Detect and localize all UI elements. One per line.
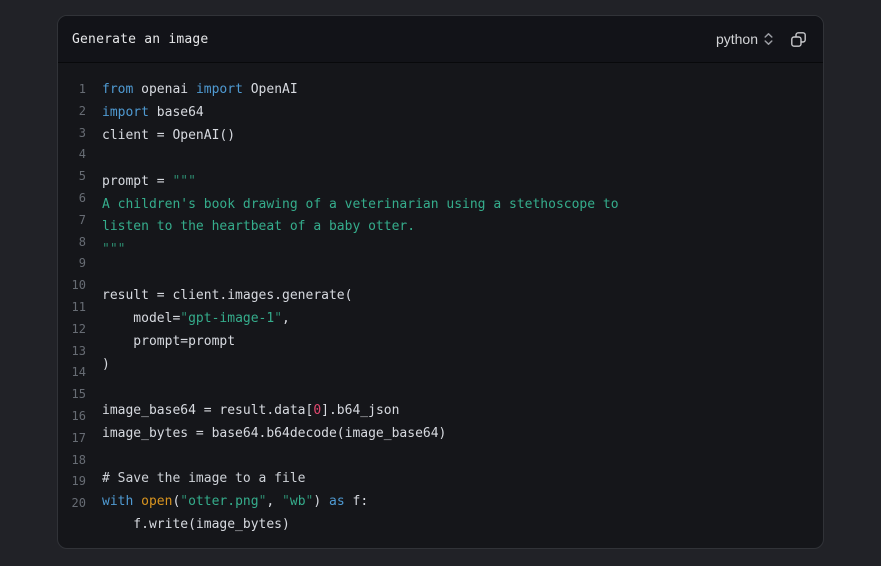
token-comment: # Save the image to a file [102, 471, 306, 486]
line-number: 18 [58, 450, 86, 472]
code-line: model="gpt-image-1", [102, 308, 619, 331]
token-plain: prompt = [102, 174, 172, 189]
line-number: 2 [58, 101, 86, 123]
code-line: import base64 [102, 102, 619, 125]
code-line: ) [102, 354, 619, 377]
code-area: 1234567891011121314151617181920 from ope… [58, 63, 823, 537]
token-string: wb [290, 494, 306, 509]
chevrons-up-down-icon [763, 31, 774, 47]
token-plain: openai [141, 82, 196, 97]
code-line: prompt = """ [102, 171, 619, 194]
token-plain: OpenAI [251, 82, 298, 97]
line-number: 19 [58, 471, 86, 493]
token-string: listen to the heartbeat of a baby otter. [102, 219, 415, 234]
token-plain: image_bytes = base64.b64decode(image_bas… [102, 426, 446, 441]
token-quote: """ [172, 174, 195, 189]
line-number: 4 [58, 144, 86, 166]
token-quote: " [180, 311, 188, 326]
language-selector-value: python [716, 31, 758, 47]
code-panel: Generate an image python [57, 15, 824, 549]
token-plain: image_base64 = result.data[ [102, 403, 313, 418]
token-string: A children's book drawing of a veterinar… [102, 197, 619, 212]
token-quote: """ [102, 242, 125, 257]
code-line: """ [102, 239, 619, 262]
line-number: 16 [58, 406, 86, 428]
token-number: 0 [313, 403, 321, 418]
code-panel-title: Generate an image [72, 32, 208, 47]
line-number: 3 [58, 123, 86, 145]
code-line: image_bytes = base64.b64decode(image_bas… [102, 423, 619, 446]
code-line: client = OpenAI() [102, 125, 619, 148]
copy-icon [790, 31, 807, 48]
line-number: 1 [58, 79, 86, 101]
code-line: result = client.images.generate( [102, 285, 619, 308]
code-panel-header: Generate an image python [58, 16, 823, 63]
token-plain: , [266, 494, 282, 509]
token-plain: result = client.images.generate( [102, 288, 352, 303]
code-line [102, 446, 619, 469]
token-plain: , [282, 311, 290, 326]
token-plain: prompt=prompt [102, 334, 235, 349]
token-keyword: from [102, 82, 141, 97]
header-controls: python [716, 31, 807, 48]
token-quote: " [274, 311, 282, 326]
line-number: 7 [58, 210, 86, 232]
line-number: 8 [58, 232, 86, 254]
line-number: 10 [58, 275, 86, 297]
token-plain: ].b64_json [321, 403, 399, 418]
code-line [102, 262, 619, 285]
line-number: 13 [58, 341, 86, 363]
line-number: 11 [58, 297, 86, 319]
token-plain: base64 [157, 105, 204, 120]
code-line: from openai import OpenAI [102, 79, 619, 102]
token-plain: ) [102, 357, 110, 372]
token-plain: f: [345, 494, 368, 509]
code-line: listen to the heartbeat of a baby otter. [102, 216, 619, 239]
copy-button[interactable] [790, 31, 807, 48]
line-number: 17 [58, 428, 86, 450]
token-plain: ) [313, 494, 329, 509]
code-line: prompt=prompt [102, 331, 619, 354]
language-selector[interactable]: python [716, 31, 774, 47]
code-line: f.write(image_bytes) [102, 514, 619, 537]
token-string: otter.png [188, 494, 258, 509]
line-number: 9 [58, 253, 86, 275]
line-number: 15 [58, 384, 86, 406]
line-number: 5 [58, 166, 86, 188]
token-quote: " [282, 494, 290, 509]
code-line [102, 377, 619, 400]
code-line: # Save the image to a file [102, 468, 619, 491]
token-keyword: with [102, 494, 141, 509]
code-line: A children's book drawing of a veterinar… [102, 194, 619, 217]
token-quote: " [180, 494, 188, 509]
token-keyword: import [196, 82, 251, 97]
line-number: 20 [58, 493, 86, 515]
token-keyword: import [102, 105, 157, 120]
token-plain: f.write(image_bytes) [102, 517, 290, 532]
line-number: 12 [58, 319, 86, 341]
code-line [102, 148, 619, 171]
line-number-gutter: 1234567891011121314151617181920 [58, 79, 86, 537]
token-plain: client = OpenAI() [102, 128, 235, 143]
code-line: with open("otter.png", "wb") as f: [102, 491, 619, 514]
code-line: image_base64 = result.data[0].b64_json [102, 400, 619, 423]
line-number: 6 [58, 188, 86, 210]
token-plain: model= [102, 311, 180, 326]
line-number: 14 [58, 362, 86, 384]
token-string: gpt-image-1 [188, 311, 274, 326]
code-content: from openai import OpenAIimport base64cl… [102, 79, 619, 537]
token-keyword: as [329, 494, 345, 509]
token-builtin: open [141, 494, 172, 509]
